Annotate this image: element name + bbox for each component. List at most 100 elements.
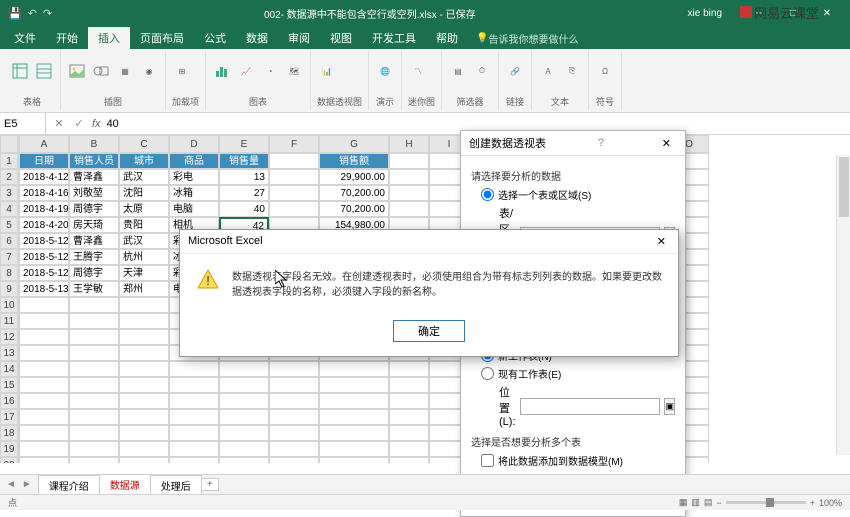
chk-data-model[interactable]: 将此数据添加到数据模型(M) <box>481 453 675 468</box>
cell[interactable] <box>119 345 169 361</box>
cell[interactable] <box>389 169 429 185</box>
cell[interactable] <box>269 153 319 169</box>
cell[interactable]: 销售量 <box>219 153 269 169</box>
cell[interactable] <box>219 377 269 393</box>
cell[interactable] <box>69 377 119 393</box>
cell[interactable]: 天津 <box>119 265 169 281</box>
row-header[interactable]: 10 <box>0 297 18 313</box>
chart-bar-icon[interactable] <box>212 53 232 89</box>
cell[interactable]: 沈阳 <box>119 185 169 201</box>
cell[interactable] <box>219 409 269 425</box>
row-header[interactable]: 11 <box>0 313 18 329</box>
cell[interactable] <box>319 377 389 393</box>
row-header[interactable]: 5 <box>0 217 18 233</box>
cell[interactable] <box>269 169 319 185</box>
cell[interactable]: 2018-4-16 <box>19 185 69 201</box>
cell[interactable]: 贵阳 <box>119 217 169 233</box>
row-header[interactable]: 12 <box>0 329 18 345</box>
shapes-icon[interactable] <box>91 53 111 89</box>
cell[interactable]: 13 <box>219 169 269 185</box>
view-layout-icon[interactable]: ▥ <box>691 497 700 508</box>
row-header[interactable]: 8 <box>0 265 18 281</box>
cell[interactable]: 27 <box>219 185 269 201</box>
cell[interactable] <box>219 361 269 377</box>
cell[interactable] <box>269 425 319 441</box>
pivotchart-icon[interactable]: 📊 <box>317 53 337 89</box>
cell[interactable]: 刘敬堃 <box>69 185 119 201</box>
cell[interactable] <box>169 393 219 409</box>
redo-icon[interactable]: ↷ <box>43 7 52 20</box>
pivot-dialog-help[interactable]: ? <box>598 137 604 149</box>
cell[interactable] <box>19 457 69 463</box>
cell[interactable] <box>69 393 119 409</box>
msgbox-ok-button[interactable]: 确定 <box>393 320 465 342</box>
cell[interactable] <box>19 425 69 441</box>
cell[interactable] <box>389 393 429 409</box>
cell[interactable]: 城市 <box>119 153 169 169</box>
cell[interactable]: 彩电 <box>169 169 219 185</box>
cell[interactable] <box>269 457 319 463</box>
cell[interactable] <box>69 345 119 361</box>
row-header[interactable]: 13 <box>0 345 18 361</box>
cell[interactable] <box>69 297 119 313</box>
cell[interactable]: 房天琦 <box>69 217 119 233</box>
cell[interactable] <box>389 409 429 425</box>
slicer-icon[interactable]: ▤ <box>448 53 468 89</box>
cell[interactable]: 29,900.00 <box>319 169 389 185</box>
tellme-search[interactable]: 💡 告诉我你想要做什么 <box>476 27 578 49</box>
cell[interactable]: 郑州 <box>119 281 169 297</box>
cell[interactable]: 2018-4-19 <box>19 201 69 217</box>
row-header[interactable]: 1 <box>0 153 18 169</box>
cell[interactable] <box>269 409 319 425</box>
location-input[interactable] <box>520 398 660 415</box>
cell[interactable] <box>219 441 269 457</box>
opt-existing-sheet[interactable]: 现有工作表(E) <box>481 366 675 381</box>
cell[interactable] <box>389 377 429 393</box>
cell[interactable] <box>219 425 269 441</box>
row-header[interactable]: 14 <box>0 361 18 377</box>
cell[interactable] <box>169 409 219 425</box>
row-header[interactable]: 19 <box>0 441 18 457</box>
pictures-icon[interactable] <box>67 53 87 89</box>
cell[interactable] <box>119 297 169 313</box>
addins-icon[interactable]: ⊞ <box>172 53 192 89</box>
cell[interactable] <box>19 297 69 313</box>
cell[interactable] <box>269 201 319 217</box>
zoom-in-button[interactable]: + <box>810 498 815 508</box>
cell[interactable]: 冰箱 <box>169 185 219 201</box>
cell[interactable] <box>269 393 319 409</box>
column-header[interactable]: B <box>69 135 119 153</box>
cell[interactable]: 40 <box>219 201 269 217</box>
cell[interactable]: 曹泽鑫 <box>69 169 119 185</box>
cell[interactable] <box>389 441 429 457</box>
cell[interactable] <box>219 393 269 409</box>
sheet-nav-next[interactable]: ► <box>22 479 32 490</box>
cell[interactable] <box>119 457 169 463</box>
pivot-dialog-close[interactable]: ✕ <box>656 137 677 150</box>
sheet-tab-source[interactable]: 数据源 <box>99 474 151 496</box>
cell[interactable] <box>319 409 389 425</box>
header-footer-icon[interactable]: ⎘ <box>562 53 582 89</box>
cell[interactable] <box>119 329 169 345</box>
name-box[interactable]: E5 <box>0 113 46 134</box>
cell[interactable] <box>19 361 69 377</box>
column-header[interactable]: E <box>219 135 269 153</box>
column-header[interactable]: A <box>19 135 69 153</box>
opt-select-range[interactable]: 选择一个表或区域(S) <box>481 187 675 202</box>
cell[interactable] <box>319 441 389 457</box>
formula-input[interactable]: 40 <box>107 118 119 130</box>
cell[interactable]: 销售额 <box>319 153 389 169</box>
cell[interactable] <box>169 441 219 457</box>
link-icon[interactable]: 🔗 <box>505 53 525 89</box>
row-header[interactable]: 18 <box>0 425 18 441</box>
cell[interactable]: 电脑 <box>169 201 219 217</box>
cell[interactable] <box>319 393 389 409</box>
cell[interactable] <box>19 313 69 329</box>
cell[interactable] <box>19 409 69 425</box>
cell[interactable] <box>19 377 69 393</box>
select-all-corner[interactable] <box>0 135 18 153</box>
tab-developer[interactable]: 开发工具 <box>362 27 426 49</box>
row-header[interactable]: 17 <box>0 409 18 425</box>
row-header[interactable]: 4 <box>0 201 18 217</box>
cell[interactable] <box>389 361 429 377</box>
